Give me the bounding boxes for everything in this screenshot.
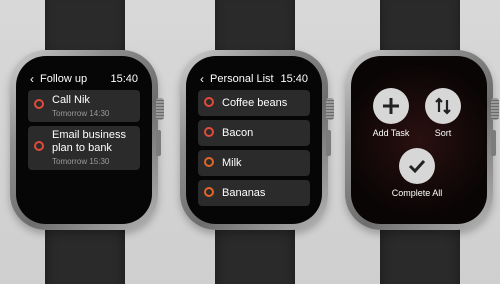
watch-screen: Add Task Sort Complete All — [363, 70, 475, 210]
list-item[interactable]: Bacon — [198, 120, 310, 146]
digital-crown — [491, 98, 499, 120]
task-due: Tomorrow 14:30 — [52, 109, 110, 118]
watch-case: ‹ Follow up 15:40 Call Nik Tomorrow 14:3… — [10, 50, 158, 230]
item-label: Bananas — [222, 187, 266, 199]
screen-header: ‹ Follow up 15:40 — [28, 70, 140, 90]
watch-menu: Add Task Sort Complete All — [345, 0, 499, 284]
item-label: Coffee beans — [222, 97, 288, 109]
item-label: Milk — [222, 157, 242, 169]
list-title: Personal List — [210, 73, 274, 85]
watch-personal-list: ‹ Personal List 15:40 Coffee beans Bacon… — [180, 0, 334, 284]
task-label-line1: Email business — [52, 129, 126, 141]
watch-case: ‹ Personal List 15:40 Coffee beans Bacon… — [180, 50, 328, 230]
watch-bezel: ‹ Personal List 15:40 Coffee beans Bacon… — [186, 56, 322, 224]
clock-time: 15:40 — [110, 73, 138, 85]
item-label: Bacon — [222, 127, 254, 139]
checkmark-icon — [408, 159, 426, 174]
add-task-button[interactable] — [373, 88, 409, 124]
watch-follow-up: ‹ Follow up 15:40 Call Nik Tomorrow 14:3… — [10, 0, 164, 284]
item-checkbox[interactable] — [204, 157, 214, 167]
item-checkbox[interactable] — [204, 187, 214, 197]
sort-button[interactable] — [425, 88, 461, 124]
task-row[interactable]: Email business plan to bank Tomorrow 15:… — [28, 126, 140, 170]
list-item[interactable]: Coffee beans — [198, 90, 310, 116]
sort-arrows-icon — [435, 97, 451, 115]
watch-case: Add Task Sort Complete All — [345, 50, 493, 230]
watch-screen: ‹ Personal List 15:40 Coffee beans Bacon… — [198, 70, 310, 210]
complete-all-button[interactable] — [399, 148, 435, 184]
digital-crown — [326, 98, 334, 120]
item-checkbox[interactable] — [204, 127, 214, 137]
side-button — [156, 130, 161, 156]
task-row[interactable]: Call Nik Tomorrow 14:30 — [28, 90, 140, 122]
task-due: Tomorrow 15:30 — [52, 157, 110, 166]
list-title: Follow up — [40, 73, 88, 85]
back-chevron-icon[interactable]: ‹ — [200, 72, 204, 86]
item-checkbox[interactable] — [204, 97, 214, 107]
list-item[interactable]: Bananas — [198, 180, 310, 206]
clock-time: 15:40 — [280, 73, 308, 85]
back-chevron-icon[interactable]: ‹ — [30, 72, 34, 86]
task-checkbox[interactable] — [34, 141, 44, 151]
side-button — [491, 130, 496, 156]
task-checkbox[interactable] — [34, 99, 44, 109]
plus-icon — [383, 98, 399, 114]
watch-bezel: ‹ Follow up 15:40 Call Nik Tomorrow 14:3… — [16, 56, 152, 224]
side-button — [326, 130, 331, 156]
task-label: Call Nik — [52, 94, 90, 106]
watch-screen: ‹ Follow up 15:40 Call Nik Tomorrow 14:3… — [28, 70, 140, 210]
sort-label: Sort — [434, 128, 452, 138]
complete-all-label: Complete All — [391, 188, 443, 198]
list-item[interactable]: Milk — [198, 150, 310, 176]
task-label-line2: plan to bank — [52, 142, 112, 154]
watch-bezel: Add Task Sort Complete All — [351, 56, 487, 224]
screen-header: ‹ Personal List 15:40 — [198, 70, 310, 90]
digital-crown — [156, 98, 164, 120]
